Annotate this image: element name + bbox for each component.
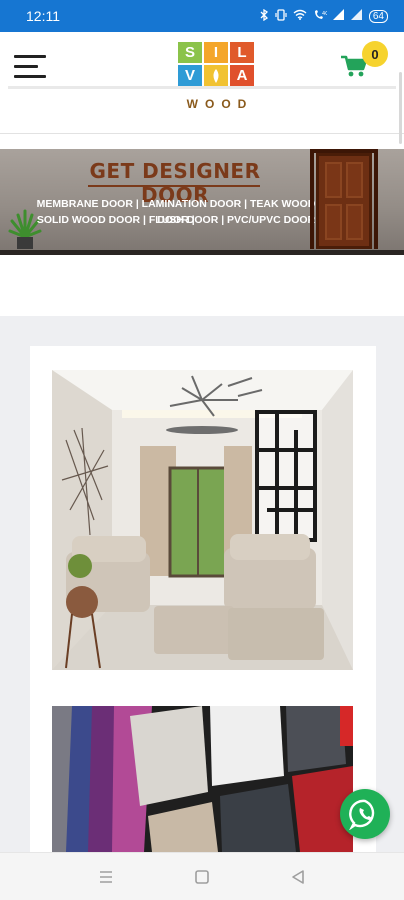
- banner-floor-strip: [0, 250, 404, 255]
- logo-tile: I: [204, 42, 228, 63]
- status-icons: 4G 64: [259, 8, 388, 24]
- hamburger-menu-icon[interactable]: [14, 53, 48, 83]
- vibrate-icon: [275, 8, 287, 24]
- status-time: 12:11: [26, 8, 60, 24]
- laminate-samples-image[interactable]: [52, 706, 353, 852]
- system-nav-bar: [0, 852, 404, 900]
- logo-tile: S: [178, 42, 202, 63]
- whatsapp-icon[interactable]: [340, 789, 390, 839]
- logo-tile: L: [230, 42, 254, 63]
- svg-text:4G: 4G: [322, 11, 327, 17]
- status-bar: 12:11 4G 64: [0, 0, 404, 32]
- wifi-icon: [293, 9, 307, 23]
- designer-door-banner[interactable]: GET DESIGNER DOOR MEMBRANE DOOR | LAMINA…: [0, 149, 404, 255]
- banner-title-underline: [88, 185, 260, 187]
- scrollbar[interactable]: [399, 72, 402, 144]
- banner-door-types-line2: SOLID WOOD DOOR | FLUSH DOOR | PVC/UPVC …: [36, 214, 316, 226]
- signal-icon: [332, 9, 345, 23]
- logo-wordmark: WOOD: [186, 97, 254, 111]
- recents-icon[interactable]: [96, 867, 116, 887]
- logo-tile: [204, 65, 228, 86]
- back-icon[interactable]: [288, 867, 308, 887]
- battery-icon: 64: [368, 9, 388, 23]
- logo-tile: A: [230, 65, 254, 86]
- silva-wood-logo[interactable]: S I L V A WOOD: [177, 40, 257, 120]
- wooden-door-image: [316, 153, 372, 249]
- home-icon[interactable]: [192, 867, 212, 887]
- bluetooth-icon: [259, 8, 269, 24]
- living-room-interior-image[interactable]: [52, 370, 353, 670]
- volte-icon: 4G: [313, 9, 329, 24]
- signal-icon: [350, 9, 363, 23]
- cart-count-badge: 0: [362, 41, 388, 67]
- logo-tiles: S I L V A: [178, 42, 254, 86]
- app-header: S I L V A WOOD 0: [0, 32, 404, 144]
- logo-tile: V: [178, 65, 202, 86]
